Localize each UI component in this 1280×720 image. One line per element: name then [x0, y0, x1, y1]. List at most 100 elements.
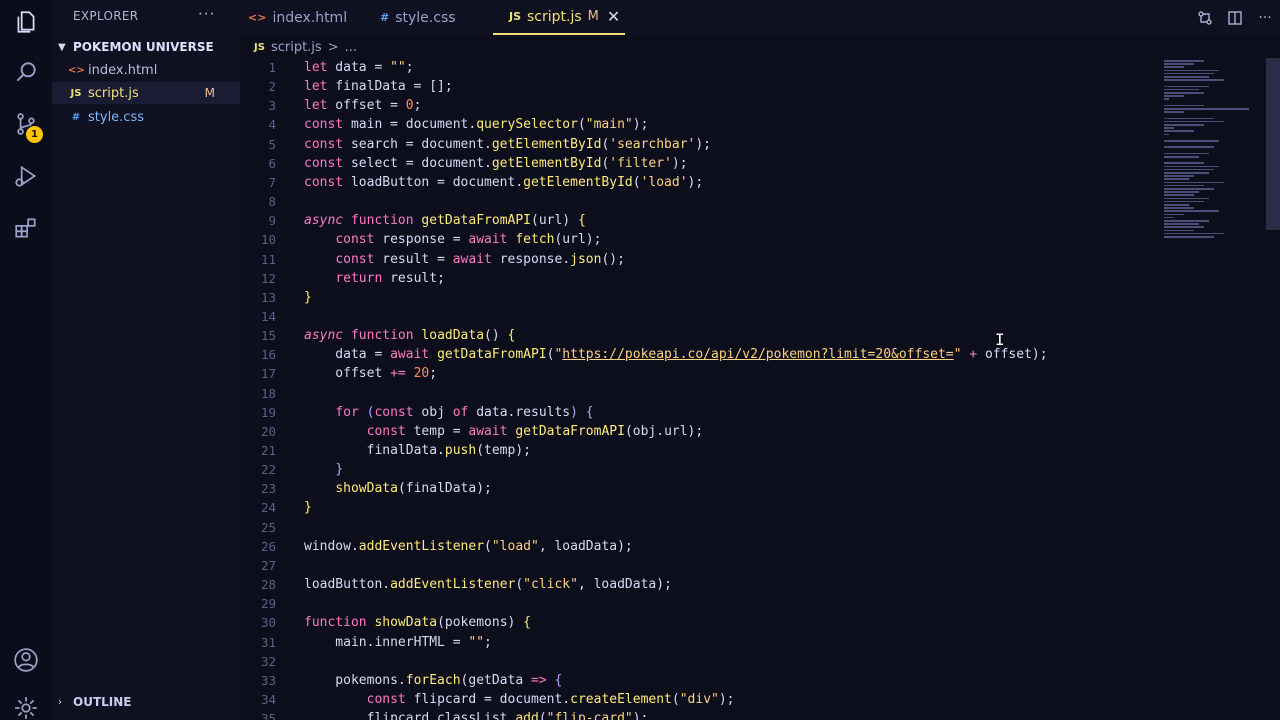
minimap-line — [1164, 69, 1219, 72]
code-text: function showData(pokemons) { — [304, 615, 531, 631]
code-line[interactable]: 9 async function getDataFromAPI(url) { — [240, 211, 1160, 230]
code-line[interactable]: 7 const loadButton = document.getElementB… — [240, 173, 1160, 192]
code-line[interactable]: 31 main.innerHTML = ""; — [240, 633, 1160, 652]
minimap-line — [1164, 111, 1184, 113]
code-text: async function getDataFromAPI(url) { — [304, 213, 586, 229]
compare-changes-icon[interactable] — [1190, 10, 1220, 26]
file-item-script-js[interactable]: JS script.js M — [52, 82, 240, 104]
code-line[interactable]: 16 data = await getDataFromAPI("https://… — [240, 345, 1160, 364]
line-number: 13 — [260, 289, 276, 305]
modified-indicator: M — [587, 9, 599, 24]
outline-section[interactable]: › OUTLINE — [52, 692, 240, 712]
folder-pokemon-universe[interactable]: ▼ POKEMON UNIVERSE — [52, 37, 240, 57]
minimap[interactable] — [1160, 58, 1265, 258]
code-line[interactable]: 24} — [240, 498, 1160, 517]
tab-label: style.css — [395, 9, 456, 26]
code-text: loadButton.addEventListener("click", loa… — [304, 577, 672, 593]
code-line[interactable]: 6 const select = document.getElementById(… — [240, 154, 1160, 173]
code-line[interactable]: 11 const result = await response.json(); — [240, 250, 1160, 269]
minimap-line — [1164, 98, 1169, 100]
line-number: 33 — [260, 672, 276, 688]
tab-script-js[interactable]: JS script.js M ✕ — [493, 0, 625, 35]
code-line[interactable]: 10 const response = await fetch(url); — [240, 230, 1160, 249]
code-line[interactable]: 34 const flipcard = document.createEleme… — [240, 690, 1160, 709]
code-line[interactable]: 17 offset += 20; — [240, 364, 1160, 383]
code-line[interactable]: 14 — [240, 307, 1160, 326]
search-icon[interactable] — [12, 58, 40, 86]
explorer-title: EXPLORER — [73, 9, 139, 23]
code-line[interactable]: 33 pokemons.forEach(getData => { — [240, 671, 1160, 690]
code-line[interactable]: 19 for (const obj of data.results) { — [240, 403, 1160, 422]
code-line[interactable]: 26 window.addEventListener("load", loadDa… — [240, 537, 1160, 556]
code-line[interactable]: 27 — [240, 556, 1160, 575]
code-line[interactable]: 12 return result; — [240, 269, 1160, 288]
minimap-line — [1164, 66, 1184, 68]
minimap-line — [1164, 188, 1214, 190]
files-icon[interactable] — [12, 8, 40, 36]
account-icon[interactable] — [12, 646, 40, 674]
split-editor-icon[interactable] — [1220, 10, 1250, 26]
extensions-icon[interactable] — [12, 214, 40, 242]
code-line[interactable]: 20 const temp = await getDataFromAPI(obj… — [240, 422, 1160, 441]
js-file-icon: JS — [70, 87, 82, 99]
minimap-line — [1164, 204, 1189, 206]
breadcrumb-symbol[interactable]: ... — [345, 40, 357, 55]
js-file-icon: JS — [254, 41, 265, 53]
code-line[interactable]: 28 loadButton.addEventListener("click", l… — [240, 575, 1160, 594]
code-line[interactable]: 13} — [240, 288, 1160, 307]
minimap-line — [1164, 216, 1174, 219]
code-line[interactable]: 5 const search = document.getElementById(… — [240, 135, 1160, 154]
code-line[interactable]: 35 flipcard.classList.add("flip-card"); — [240, 709, 1160, 720]
code-text: pokemons.forEach(getData => { — [304, 672, 563, 688]
file-item-style-css[interactable]: # style.css — [52, 106, 240, 128]
file-item-index-html[interactable]: <> index.html — [52, 59, 240, 81]
file-label: script.js — [88, 85, 139, 101]
run-debug-icon[interactable] — [12, 162, 40, 190]
minimap-line — [1164, 168, 1214, 171]
code-text: data = await getDataFromAPI("https://pok… — [304, 347, 1048, 363]
code-line[interactable]: 15 async function loadData() { — [240, 326, 1160, 345]
code-line[interactable]: 30 function showData(pokemons) { — [240, 613, 1160, 632]
code-line[interactable]: 32 — [240, 652, 1160, 671]
breadcrumb-file[interactable]: script.js — [271, 40, 322, 55]
code-line[interactable]: 29 — [240, 594, 1160, 613]
minimap-line — [1164, 226, 1204, 228]
minimap-line — [1164, 232, 1224, 235]
file-label: index.html — [88, 62, 158, 78]
code-line[interactable]: 8 — [240, 192, 1160, 211]
code-line[interactable]: 21 finalData.push(temp); — [240, 441, 1160, 460]
activity-bar: 1 — [0, 0, 52, 720]
code-text: let data = ""; — [304, 60, 414, 75]
tab-label: script.js — [527, 8, 582, 25]
line-number: 25 — [260, 519, 276, 535]
code-line[interactable]: 22 } — [240, 460, 1160, 479]
code-line[interactable]: 2 let finalData = []; — [240, 77, 1160, 96]
minimap-line — [1164, 172, 1209, 174]
modified-indicator: M — [204, 86, 215, 100]
gear-icon[interactable] — [12, 694, 40, 720]
code-text: const result = await response.json(); — [335, 251, 625, 267]
minimap-line — [1164, 92, 1204, 94]
line-number: 26 — [260, 538, 276, 554]
code-editor[interactable]: 1 let data = ""; 2 let finalData = []; 3 let … — [240, 58, 1160, 720]
more-actions-icon[interactable]: ··· — [1250, 10, 1280, 26]
minimap-line — [1164, 207, 1194, 209]
line-number: 23 — [260, 481, 276, 497]
code-text: finalData.push(temp); — [304, 443, 531, 458]
tab-style-css[interactable]: # style.css — [380, 0, 456, 35]
code-line[interactable]: 25 — [240, 518, 1160, 537]
code-text: async function loadData() { — [304, 328, 516, 344]
editor-scrollbar[interactable] — [1266, 58, 1280, 230]
code-text: } — [335, 462, 344, 478]
code-line[interactable]: 4 const main = document.querySelector("ma… — [240, 115, 1160, 134]
tab-index-html[interactable]: <> index.html — [248, 0, 347, 35]
code-line[interactable]: 3 let offset = 0; — [240, 96, 1160, 115]
more-actions-button[interactable]: ··· — [198, 5, 215, 23]
code-line[interactable]: 23 showData(finalData); — [240, 479, 1160, 498]
code-line[interactable]: 1 let data = ""; — [240, 58, 1160, 77]
minimap-line — [1164, 120, 1224, 123]
code-line[interactable]: 18 — [240, 384, 1160, 403]
close-icon[interactable]: ✕ — [607, 7, 620, 26]
line-number: 4 — [268, 117, 276, 133]
minimap-line — [1164, 152, 1209, 155]
